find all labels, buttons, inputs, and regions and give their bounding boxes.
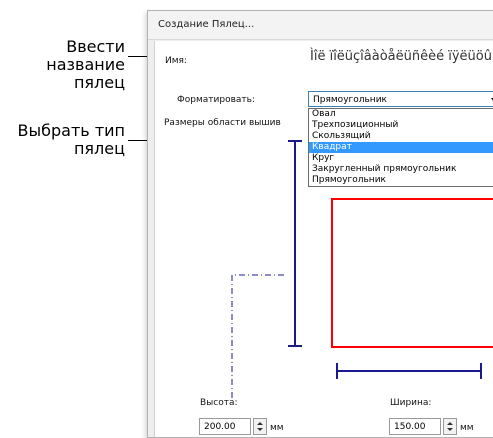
callout-line: название [46,55,125,74]
width-stepper[interactable] [443,418,457,435]
dropdown-option-oval[interactable]: Овал [309,109,493,120]
width-input[interactable]: 150.00 [389,418,441,435]
height-input[interactable]: 200.00 [199,418,251,435]
callout-line: Ввести [66,37,125,56]
callout-line: пялец [73,139,125,158]
callout-enter-name: Ввести название пялец [0,38,125,92]
dropdown-option-sliding[interactable]: Скользящий [309,131,493,142]
dropdown-option-three-position[interactable]: Трехпозиционный [309,120,493,131]
height-stepper[interactable] [253,418,267,435]
dropdown-option-circle[interactable]: Круг [309,153,493,164]
dialog-content: Имя: Ìîë ïîëüçîâàòåëüñêèé ïÿëüöû Формати… [154,41,493,437]
guide-dashdot-line [231,274,284,399]
dropdown-option-square[interactable]: Квадрат [309,142,493,153]
create-hoop-dialog: Создание Пялец... Имя: Ìîë ïîëüçîâàòåëüñ… [147,10,493,438]
format-dropdown-list: Овал Трехпозиционный Скользящий Квадрат … [308,108,493,187]
dropdown-option-rounded-rectangle[interactable]: Закругленный прямоугольник [309,164,493,175]
stepper-up-icon [447,422,453,425]
callout-line: Выбрать тип [17,121,125,140]
callout-choose-type: Выбрать тип пялец [0,122,125,158]
width-label: Ширина: [390,398,432,408]
hoop-outline [331,198,493,348]
stepper-down-icon [257,428,263,431]
height-label: Высота: [200,398,238,408]
dialog-title: Создание Пялец... [148,11,493,40]
height-unit: мм [270,423,284,433]
width-unit: мм [460,423,474,433]
callout-line: пялец [73,73,125,92]
stepper-down-icon [447,428,453,431]
dropdown-option-rectangle[interactable]: Прямоугольник [309,175,493,186]
stepper-up-icon [257,422,263,425]
hoop-preview [231,140,493,399]
